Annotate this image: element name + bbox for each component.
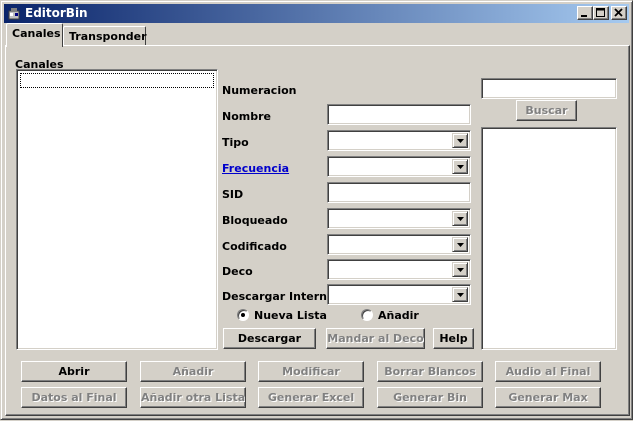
- sid-label: SID: [222, 188, 244, 201]
- codificado-label: Codificado: [222, 240, 287, 253]
- numeracion-label: Numeracion: [222, 84, 297, 97]
- frecuencia-dropdown-button[interactable]: [452, 159, 468, 174]
- chevron-down-icon: [457, 293, 464, 297]
- descargar-button[interactable]: Descargar: [223, 328, 316, 349]
- abrir-button[interactable]: Abrir: [21, 361, 127, 382]
- anadir-radio-label[interactable]: Añadir: [378, 309, 419, 322]
- tipo-dropdown-button[interactable]: [452, 133, 468, 148]
- generar-max-button[interactable]: Generar Max: [495, 387, 601, 408]
- descargar-internet-label: Descargar Internet: [222, 290, 340, 303]
- nueva-lista-label[interactable]: Nueva Lista: [254, 309, 327, 322]
- radio-selected-dot: [241, 313, 245, 317]
- search-results-list[interactable]: [481, 127, 617, 350]
- channel-list[interactable]: [16, 69, 218, 350]
- codificado-dropdown-button[interactable]: [452, 237, 468, 252]
- generar-bin-button[interactable]: Generar Bin: [377, 387, 483, 408]
- app-window: EditorBin Canales Transponder Canales Nu…: [0, 0, 633, 420]
- audio-al-final-button[interactable]: Audio al Final: [495, 361, 601, 382]
- chevron-down-icon: [457, 139, 464, 143]
- nombre-label: Nombre: [222, 110, 271, 123]
- anadir-radio[interactable]: [361, 309, 373, 321]
- codificado-select[interactable]: [327, 234, 471, 255]
- datos-al-final-button[interactable]: Datos al Final: [21, 387, 127, 408]
- bloqueado-dropdown-button[interactable]: [452, 211, 468, 226]
- tipo-select[interactable]: [327, 130, 471, 151]
- tipo-label: Tipo: [222, 136, 249, 149]
- modificar-button[interactable]: Modificar: [258, 361, 364, 382]
- sid-input[interactable]: [327, 182, 471, 203]
- chevron-down-icon: [457, 243, 464, 247]
- bloqueado-label: Bloqueado: [222, 214, 288, 227]
- nueva-lista-radio[interactable]: [237, 309, 249, 321]
- help-button[interactable]: Help: [433, 328, 474, 349]
- anadir-otra-lista-button[interactable]: Añadir otra Lista: [140, 387, 246, 408]
- nombre-input[interactable]: [327, 104, 471, 125]
- frecuencia-link[interactable]: Frecuencia: [222, 162, 289, 175]
- descargar-internet-dropdown-button[interactable]: [452, 287, 468, 302]
- bloqueado-select[interactable]: [327, 208, 471, 229]
- generar-excel-button[interactable]: Generar Excel: [258, 387, 364, 408]
- descargar-internet-select[interactable]: [327, 284, 471, 305]
- buscar-button[interactable]: Buscar: [516, 100, 577, 121]
- list-focus-rect: [20, 73, 214, 88]
- chevron-down-icon: [457, 217, 464, 221]
- chevron-down-icon: [457, 165, 464, 169]
- deco-dropdown-button[interactable]: [452, 262, 468, 277]
- content-layer: Canales Numeracion Nombre Tipo Frecuenci…: [1, 1, 633, 421]
- search-input[interactable]: [481, 78, 617, 99]
- chevron-down-icon: [457, 268, 464, 272]
- deco-select[interactable]: [327, 259, 471, 280]
- mandar-deco-button[interactable]: Mandar al Deco: [326, 328, 425, 349]
- deco-label: Deco: [222, 265, 253, 278]
- anadir-button[interactable]: Añadir: [140, 361, 246, 382]
- frecuencia-select[interactable]: [327, 156, 471, 177]
- borrar-blancos-button[interactable]: Borrar Blancos: [377, 361, 483, 382]
